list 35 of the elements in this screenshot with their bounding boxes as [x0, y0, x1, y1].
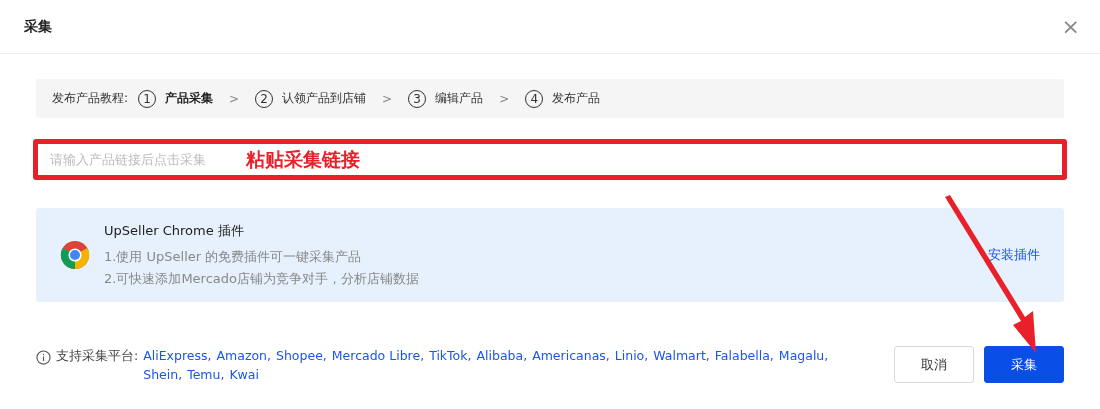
platform-link[interactable]: Walmart,: [653, 348, 710, 363]
plugin-description: 1.使用 UpSeller 的免费插件可一键采集产品: [104, 248, 363, 266]
platform-link[interactable]: Amazon,: [216, 348, 271, 363]
platform-link[interactable]: TikTok,: [429, 348, 472, 363]
tutorial-label: 发布产品教程:: [52, 90, 129, 107]
platform-link[interactable]: Magalu,: [778, 348, 829, 363]
cancel-button[interactable]: 取消: [894, 346, 974, 383]
platform-link[interactable]: Americanas,: [532, 348, 610, 363]
step-label: 发布产品: [552, 90, 601, 107]
platform-link[interactable]: Kwai: [229, 367, 259, 382]
platform-link[interactable]: Mercado Libre,: [331, 348, 425, 363]
chevron-icon: >: [499, 91, 510, 106]
close-button[interactable]: ×: [1057, 14, 1084, 39]
platform-link[interactable]: Falabella,: [714, 348, 774, 363]
step-label: 编辑产品: [435, 90, 484, 107]
dialog-title: 采集: [24, 17, 52, 36]
platform-link[interactable]: Linio,: [614, 348, 649, 363]
collect-button[interactable]: 采集: [984, 346, 1064, 383]
annotation-text: 粘贴采集链接: [246, 146, 360, 172]
platforms-label: 支持采集平台:: [56, 348, 139, 365]
info-icon: [36, 350, 51, 365]
link-input-field[interactable]: 请输入产品链接后点击采集: [48, 151, 242, 168]
platform-link[interactable]: AliExpress,: [143, 348, 212, 363]
install-plugin-link[interactable]: 安装插件: [988, 246, 1040, 264]
plugin-description: 2.可快速添加Mercado店铺为竞争对手，分析店铺数据: [104, 270, 420, 288]
chevron-icon: >: [229, 91, 240, 106]
platform-link[interactable]: Temu,: [187, 367, 225, 382]
platform-link[interactable]: Alibaba,: [476, 348, 528, 363]
step-label: 产品采集: [165, 90, 214, 107]
platform-link[interactable]: Shopee,: [276, 348, 327, 363]
browser-logo-icon: [60, 240, 90, 270]
platform-link[interactable]: Shein,: [143, 367, 183, 382]
plugin-title: UpSeller Chrome 插件: [104, 222, 245, 240]
chevron-icon: >: [382, 91, 393, 106]
step-label: 认领产品到店铺: [282, 90, 367, 107]
